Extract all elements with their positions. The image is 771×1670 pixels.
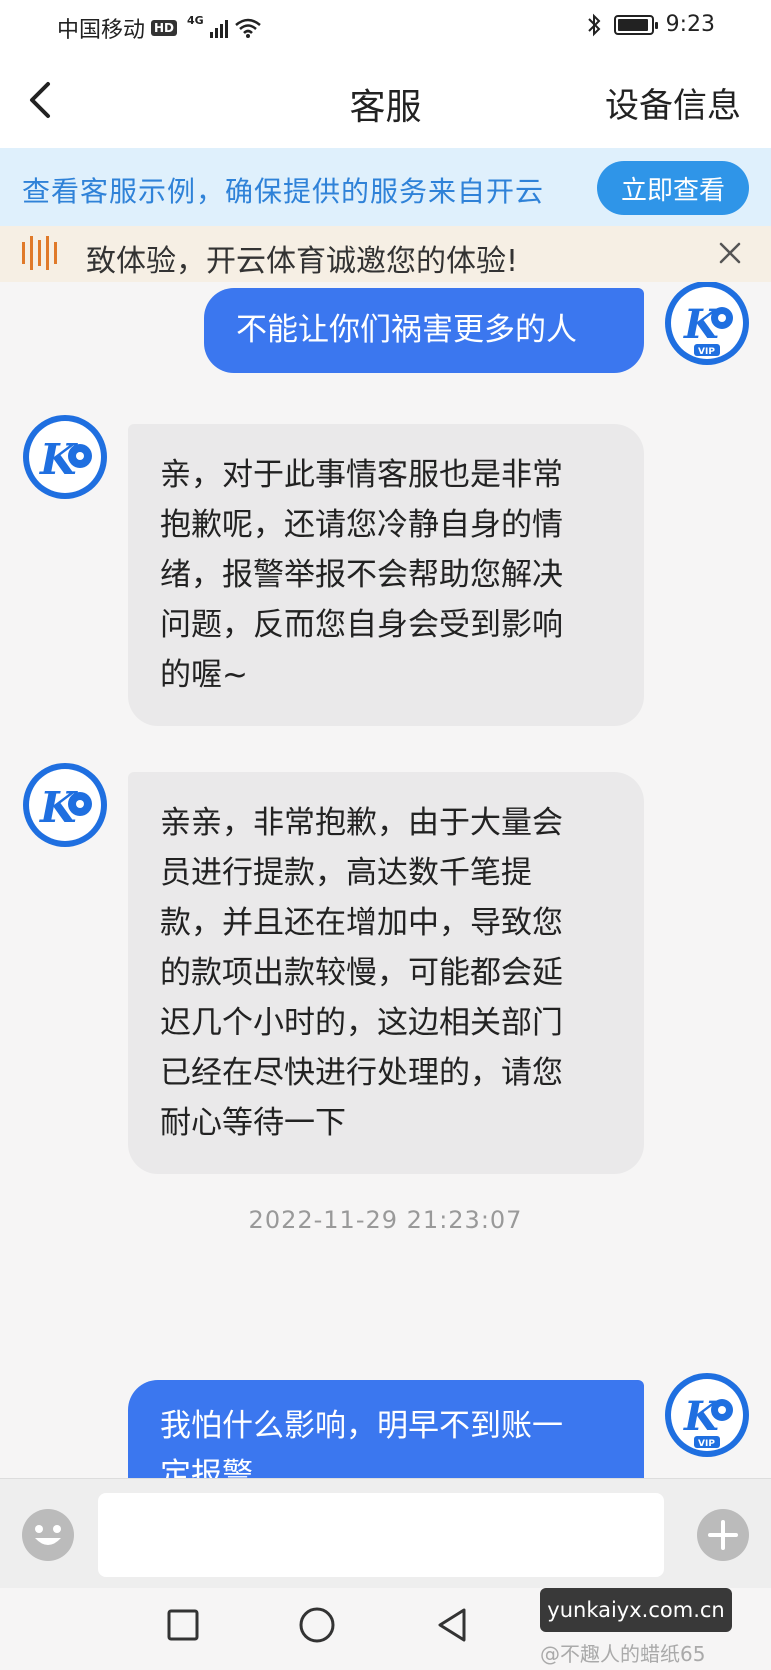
- hd-badge: HD: [151, 20, 178, 36]
- notice-text: 致体验，开云体育诚邀您的体验!: [86, 244, 519, 279]
- message-line: 款，并且还在增加中，导致您: [160, 905, 563, 941]
- agent-avatar-icon[interactable]: K: [22, 762, 108, 848]
- watermark-author: @不趣人的蜡纸65: [540, 1642, 706, 1666]
- status-time: 9:23: [665, 12, 715, 37]
- message-bubble-agent: 亲亲，非常抱歉，由于大量会 员进行提款，高达数千笔提 款，并且还在增加中，导致您…: [128, 772, 644, 1174]
- info-banner: 查看客服示例，确保提供的服务来自开云 立即查看: [0, 148, 771, 226]
- bluetooth-icon: [587, 13, 601, 36]
- message-bubble-user: 不能让你们祸害更多的人: [204, 288, 644, 373]
- svg-text:VIP: VIP: [698, 1439, 715, 1449]
- message-line: 不能让你们祸害更多的人: [236, 312, 577, 348]
- message-line: 问题，反而您自身会受到影响: [160, 607, 563, 643]
- status-right: 9:23: [586, 12, 715, 37]
- home-icon[interactable]: [298, 1606, 336, 1644]
- svg-text:VIP: VIP: [698, 347, 715, 357]
- message-line: 亲亲，非常抱歉，由于大量会: [160, 805, 563, 841]
- message-line: 亲，对于此事情客服也是非常: [160, 457, 563, 493]
- message-line: 定报警: [160, 1457, 253, 1478]
- status-bar: 中国移动 HD 4G 9:23: [0, 0, 771, 52]
- message-line: 绪，报警举报不会帮助您解决: [160, 557, 563, 593]
- user-avatar-vip-icon[interactable]: K VIP: [664, 1372, 750, 1458]
- recents-icon[interactable]: [166, 1608, 200, 1642]
- close-icon[interactable]: [717, 240, 743, 266]
- nav-bar: 客服 设备信息: [0, 52, 771, 148]
- network-type: 4G: [187, 14, 204, 27]
- signal-icon: [209, 18, 228, 38]
- device-info-button[interactable]: 设备信息: [605, 78, 741, 127]
- view-now-button[interactable]: 立即查看: [597, 161, 749, 215]
- message-line: 的喔~: [160, 657, 248, 693]
- message-line: 迟几个小时的，这边相关部门: [160, 1005, 563, 1041]
- emoji-icon[interactable]: [21, 1508, 75, 1562]
- carrier-name: 中国移动: [57, 18, 146, 43]
- chat-area[interactable]: 不能让你们祸害更多的人 K VIP K 亲，对于此事情客服也是非常 抱歉呢，还请…: [0, 282, 771, 1478]
- sound-wave-icon: [22, 236, 57, 270]
- status-left: 中国移动 HD 4G: [57, 12, 262, 44]
- banner-text: 查看客服示例，确保提供的服务来自开云: [22, 175, 545, 208]
- watermark-site: yunkaiyx.com.cn: [540, 1588, 732, 1632]
- message-line: 抱歉呢，还请您冷静自身的情: [160, 507, 563, 543]
- battery-icon: [613, 14, 658, 35]
- notice-bar: 致体验，开云体育诚邀您的体验!: [0, 226, 771, 282]
- message-line: 的款项出款较慢，可能都会延: [160, 955, 563, 991]
- message-line: 我怕什么影响，明早不到账一: [160, 1408, 563, 1444]
- message-timestamp: 2022-11-29 21:23:07: [248, 1206, 523, 1234]
- message-input[interactable]: [98, 1493, 664, 1577]
- user-avatar-vip-icon[interactable]: K VIP: [664, 282, 750, 366]
- back-triangle-icon[interactable]: [434, 1606, 470, 1644]
- message-bubble-user: 我怕什么影响，明早不到账一 定报警: [128, 1380, 644, 1478]
- message-line: 耐心等待一下: [160, 1105, 346, 1141]
- plus-icon[interactable]: [696, 1508, 750, 1562]
- input-bar: [0, 1478, 771, 1588]
- wifi-icon: [234, 18, 261, 38]
- message-bubble-agent: 亲，对于此事情客服也是非常 抱歉呢，还请您冷静自身的情 绪，报警举报不会帮助您解…: [128, 424, 644, 726]
- message-line: 已经在尽快进行处理的，请您: [160, 1055, 563, 1091]
- message-line: 员进行提款，高达数千笔提: [160, 855, 532, 891]
- agent-avatar-icon[interactable]: K: [22, 414, 108, 500]
